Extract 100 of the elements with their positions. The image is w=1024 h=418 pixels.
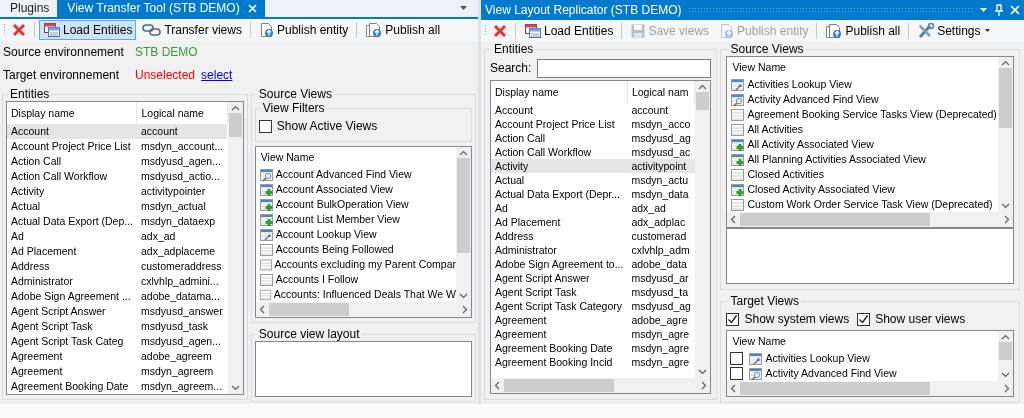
table-row[interactable]: Account account: [491, 103, 695, 117]
vertical-scrollbar[interactable]: [227, 102, 243, 394]
list-item[interactable]: Account BulkOperation View: [255, 197, 456, 212]
toolbar-button[interactable]: Transfer views: [138, 20, 246, 40]
checkbox[interactable]: [730, 367, 744, 380]
list-item[interactable]: All Activities: [727, 122, 998, 137]
table-row[interactable]: Agreement msdyn_agre: [491, 327, 695, 341]
list-item[interactable]: Closed Activity Associated View: [727, 182, 998, 197]
scroll-down-icon[interactable]: [459, 293, 468, 299]
scroll-thumb[interactable]: [740, 213, 931, 226]
dropdown-arrow-icon[interactable]: [459, 5, 468, 11]
scroll-thumb[interactable]: [457, 158, 470, 253]
scroll-left-icon[interactable]: [730, 215, 737, 224]
list-item[interactable]: All Planning Activities Associated View: [727, 152, 998, 167]
table-row[interactable]: Actual Data Export (Depr... msdyn_data: [491, 187, 695, 201]
checkbox[interactable]: [258, 119, 272, 133]
horizontal-scrollbar[interactable]: [727, 381, 1013, 396]
table-row[interactable]: Address customerad: [491, 229, 695, 243]
table-row[interactable]: Account Project Price List msdyn_account...: [7, 139, 228, 154]
list-item[interactable]: Accounts: Influenced Deals That We W: [255, 287, 456, 302]
dropdown-arrow-icon[interactable]: [979, 7, 988, 13]
pin-icon[interactable]: [994, 4, 1004, 16]
list-item[interactable]: Account Advanced Find View: [255, 167, 456, 182]
scroll-left-icon[interactable]: [494, 381, 500, 390]
scroll-thumb[interactable]: [999, 68, 1012, 128]
view-list[interactable]: View Name Activities Lookup View Activity Advanced Find View: [726, 330, 1014, 397]
list-item[interactable]: Agreement Booking Service Tasks View (Deprecated): [727, 107, 998, 122]
table-row[interactable]: Ad adx_ad: [491, 201, 695, 215]
table-row[interactable]: Administrator cxlvhlp_admini...: [7, 274, 228, 289]
table-row[interactable]: Agent Script Answer msdyusd_answer: [7, 304, 228, 319]
search-field[interactable]: [537, 58, 712, 78]
list-item[interactable]: Account Associated View: [255, 182, 456, 197]
tab[interactable]: Plugins: [0, 0, 58, 17]
column-header[interactable]: Logical nam: [627, 81, 695, 103]
table-row[interactable]: Agent Script Task Categ msdyusd_agen...: [7, 334, 228, 349]
list-item[interactable]: All Activity Associated View: [727, 137, 998, 152]
table-row[interactable]: Administrator cxlvhlp_adm: [491, 243, 695, 257]
scroll-down-icon[interactable]: [698, 369, 708, 375]
table-row[interactable]: Activity activitypointer: [7, 184, 228, 199]
select-link[interactable]: select: [201, 68, 233, 83]
vertical-scrollbar[interactable]: [456, 147, 471, 302]
list-item[interactable]: Accounts excluding my Parent Compar: [255, 257, 456, 272]
list-item[interactable]: Activities Lookup View: [727, 77, 998, 92]
view-list[interactable]: [726, 56, 1014, 228]
toolbar-button[interactable]: Publish entity: [254, 20, 353, 40]
scroll-up-icon[interactable]: [1001, 334, 1010, 340]
table-row[interactable]: Agreement Booking Incid msdyn_agre: [491, 355, 695, 369]
column-header[interactable]: View Name: [727, 331, 998, 351]
scroll-thumb[interactable]: [228, 113, 242, 137]
table-row[interactable]: Actual msdyn_actu: [491, 173, 695, 187]
list-item[interactable]: Closed Activities: [727, 167, 998, 182]
list-item[interactable]: Accounts Being Followed: [255, 242, 456, 257]
scroll-right-icon[interactable]: [701, 381, 708, 390]
list-item[interactable]: Activity Advanced Find View: [727, 366, 998, 381]
view-list[interactable]: [254, 146, 472, 318]
close-icon[interactable]: [247, 4, 257, 13]
list-item[interactable]: Activity Advanced Find View: [727, 92, 998, 107]
scroll-thumb[interactable]: [504, 379, 614, 392]
scroll-thumb[interactable]: [696, 92, 710, 110]
table-row[interactable]: Action Call Workflow msdyusd_actio...: [7, 169, 228, 184]
checkbox[interactable]: [730, 352, 744, 365]
toolbar-button[interactable]: Publish all: [361, 20, 445, 40]
scroll-up-icon[interactable]: [230, 105, 240, 111]
vertical-scrollbar[interactable]: [695, 81, 711, 378]
column-header[interactable]: View Name: [255, 147, 456, 167]
table-row[interactable]: Agreement adobe_agreem: [7, 349, 228, 364]
table-row[interactable]: Adobe Sign Agreement ... adobe_datama...: [7, 289, 228, 304]
table-row[interactable]: Activity activitypoint: [491, 159, 695, 173]
table-row[interactable]: Address customeraddress: [7, 259, 228, 274]
scroll-right-icon[interactable]: [462, 305, 468, 314]
scroll-down-icon[interactable]: [230, 385, 240, 391]
vertical-scrollbar[interactable]: [998, 331, 1013, 381]
list-item[interactable]: Accounts I Follow: [255, 272, 456, 287]
horizontal-scrollbar[interactable]: [491, 378, 711, 393]
table-row[interactable]: Account Project Price List msdyn_acco: [491, 117, 695, 131]
table-row[interactable]: Actual msdyn_actual: [7, 199, 228, 214]
table-row[interactable]: Adobe Sign Agreement to... adobe_data: [491, 257, 695, 271]
table-row[interactable]: Action Call msdyusd_agen...: [7, 154, 228, 169]
table-row[interactable]: Actual Data Export (Dep... msdyn_dataexp: [7, 214, 228, 229]
list-item[interactable]: Custom Work Order Service Task View (Deprecated): [727, 197, 998, 212]
entity-list[interactable]: [490, 80, 712, 394]
close-icon[interactable]: [1010, 5, 1020, 15]
tab[interactable]: View Transfer Tool (STB DEMO): [57, 0, 265, 17]
table-row[interactable]: Ad Placement adx_adplaceme: [7, 244, 228, 259]
table-row[interactable]: Action Call Workflow msdyusd_ac: [491, 145, 695, 159]
toolbar-button[interactable]: Load Entities: [39, 20, 137, 40]
table-row[interactable]: Agreement adobe_agre: [491, 313, 695, 327]
scroll-thumb[interactable]: [740, 382, 931, 395]
list-item[interactable]: Account List Member View: [255, 212, 456, 227]
table-row[interactable]: Agent Script Task msdyusd_ta: [491, 285, 695, 299]
table-row[interactable]: Agreement msdyn_agreem: [7, 364, 228, 379]
scroll-thumb[interactable]: [268, 303, 349, 316]
scroll-down-icon[interactable]: [1001, 203, 1010, 209]
scroll-thumb[interactable]: [999, 342, 1012, 360]
list-item[interactable]: Account Lookup View: [255, 227, 456, 242]
scroll-right-icon[interactable]: [1004, 215, 1010, 224]
table-row[interactable]: Agreement Booking Date msdyn_agre: [491, 341, 695, 355]
scroll-up-icon[interactable]: [459, 150, 468, 156]
scroll-up-icon[interactable]: [698, 84, 708, 90]
table-row[interactable]: Ad adx_ad: [7, 229, 228, 244]
